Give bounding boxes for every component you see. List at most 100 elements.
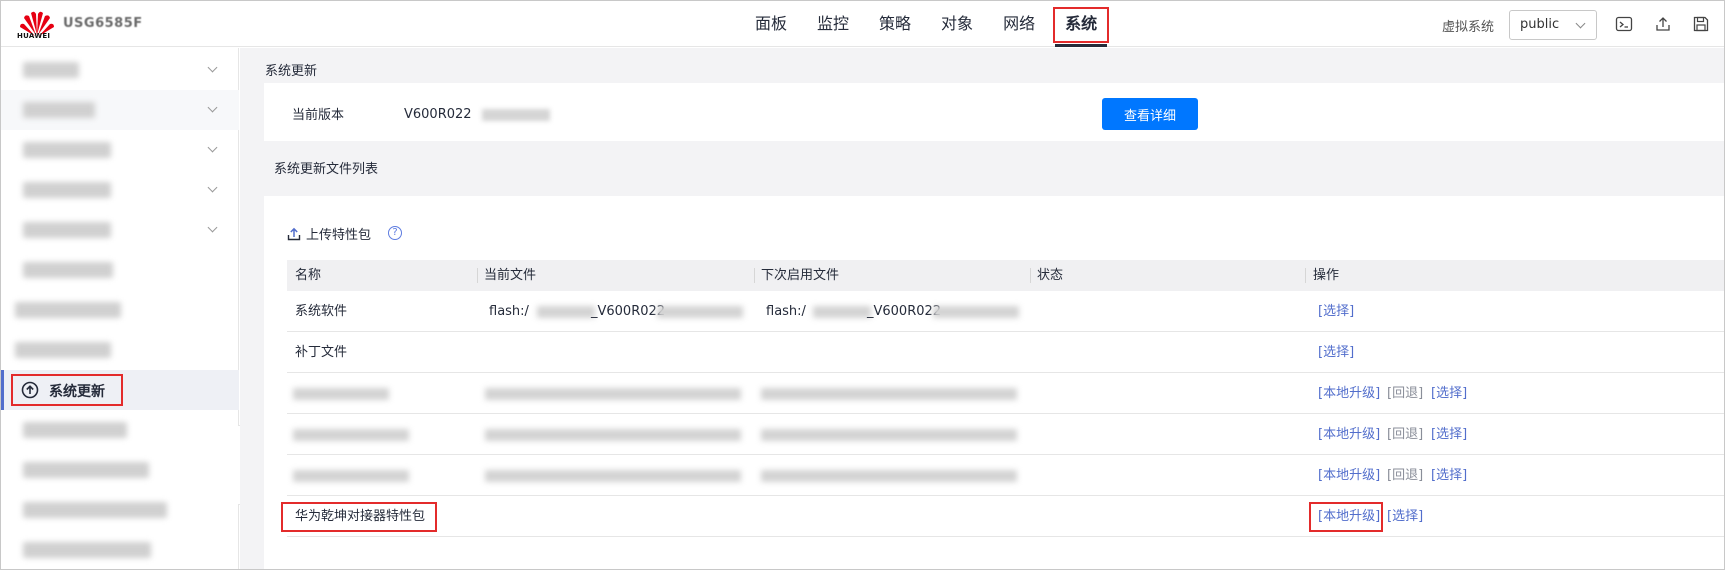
column-header-name: 名称 bbox=[295, 268, 322, 283]
highlight-box bbox=[1309, 502, 1383, 532]
sidebar-item[interactable] bbox=[1, 130, 239, 170]
chevron-down-icon bbox=[207, 102, 218, 113]
vsys-value: public bbox=[1520, 17, 1560, 32]
section-title-file-list: 系统更新文件列表 bbox=[274, 162, 379, 177]
blurred-text bbox=[485, 388, 741, 400]
sidebar-item[interactable] bbox=[1, 90, 239, 130]
column-header-next-file: 下次启用文件 bbox=[761, 268, 840, 283]
chevron-down-icon bbox=[207, 62, 218, 73]
vsys-label: 虚拟系统 bbox=[1442, 20, 1495, 35]
blurred-text bbox=[293, 388, 389, 400]
cell-next-mid: _V600R022 bbox=[867, 304, 942, 319]
blurred-label bbox=[15, 342, 111, 358]
nav-monitor[interactable]: 监控 bbox=[807, 1, 859, 47]
upload-label: 上传特性包 bbox=[306, 228, 372, 243]
blurred-text bbox=[293, 429, 409, 441]
highlight-box bbox=[1053, 7, 1110, 43]
select-link[interactable]: [选择] bbox=[1318, 291, 1354, 332]
blurred-text bbox=[813, 306, 871, 318]
column-header-current-file: 当前文件 bbox=[484, 268, 537, 283]
terminal-icon[interactable] bbox=[1615, 15, 1633, 33]
cell-current-prefix: flash:/ bbox=[489, 304, 529, 319]
sidebar-item[interactable] bbox=[1, 410, 239, 450]
blurred-text bbox=[657, 306, 743, 318]
section-title-system-update: 系统更新 bbox=[265, 64, 318, 79]
current-version-value: V600R022 bbox=[404, 107, 472, 122]
active-indicator bbox=[1, 370, 4, 410]
cell-name: 补丁文件 bbox=[295, 345, 348, 360]
blurred-text bbox=[485, 470, 741, 482]
current-version-card: 当前版本 V600R022 查看详细 bbox=[264, 83, 1724, 141]
select-link[interactable]: [选择] bbox=[1431, 455, 1467, 496]
blurred-label bbox=[23, 502, 167, 518]
main-content: 系统更新 当前版本 V600R022 查看详细 系统更新文件列表 上传特性包 ?… bbox=[240, 48, 1724, 569]
select-link[interactable]: [选择] bbox=[1431, 414, 1467, 455]
column-header-status: 状态 bbox=[1037, 268, 1064, 283]
sidebar-item[interactable] bbox=[1, 290, 239, 330]
vsys-select[interactable]: public bbox=[1509, 10, 1597, 40]
upload-icon bbox=[287, 227, 301, 240]
sidebar-item[interactable] bbox=[1, 250, 239, 290]
rollback-link[interactable]: [回退] bbox=[1387, 455, 1423, 496]
table-row: 补丁文件 [选择] bbox=[287, 332, 1724, 373]
blurred-text bbox=[293, 470, 409, 482]
nav-object[interactable]: 对象 bbox=[931, 1, 983, 47]
blurred-label bbox=[23, 542, 151, 558]
sidebar-item[interactable] bbox=[1, 330, 239, 370]
top-header: HUAWEI USG6585F 面板 监控 策略 对象 网络 系统 虚拟系统 p… bbox=[1, 1, 1724, 47]
view-detail-button[interactable]: 查看详细 bbox=[1102, 98, 1198, 130]
cell-current-mid: _V600R022 bbox=[591, 304, 666, 319]
table-row: 系统软件 flash:/ _V600R022 flash:/ _V600R022… bbox=[287, 291, 1724, 332]
highlight-box bbox=[281, 502, 437, 532]
blurred-version-suffix bbox=[482, 109, 550, 121]
table-row: [本地升级] [回退] [选择] bbox=[287, 414, 1724, 455]
select-link[interactable]: [选择] bbox=[1387, 496, 1423, 537]
select-link[interactable]: [选择] bbox=[1431, 373, 1467, 414]
blurred-label bbox=[23, 102, 95, 118]
nav-dashboard[interactable]: 面板 bbox=[745, 1, 797, 47]
sidebar-item[interactable] bbox=[1, 50, 239, 90]
cell-name: 系统软件 bbox=[295, 304, 348, 319]
column-header-actions: 操作 bbox=[1313, 268, 1340, 283]
sidebar-item-system-update[interactable]: 系统更新 bbox=[1, 370, 239, 410]
blurred-label bbox=[23, 142, 111, 158]
blurred-text bbox=[761, 429, 1017, 441]
sidebar-item[interactable] bbox=[1, 210, 239, 250]
rollback-link[interactable]: [回退] bbox=[1387, 373, 1423, 414]
sidebar-item[interactable] bbox=[1, 490, 239, 530]
chevron-down-icon bbox=[207, 182, 218, 193]
blurred-label bbox=[23, 62, 79, 78]
blurred-label bbox=[23, 462, 149, 478]
blurred-text bbox=[485, 429, 741, 441]
local-upgrade-link[interactable]: [本地升级] bbox=[1318, 414, 1380, 455]
column-divider bbox=[1030, 268, 1031, 283]
chevron-down-icon bbox=[207, 222, 218, 233]
sidebar: 系统更新 bbox=[1, 48, 239, 569]
blurred-text bbox=[537, 306, 595, 318]
help-icon[interactable]: ? bbox=[388, 226, 402, 240]
upload-icon[interactable] bbox=[1654, 15, 1672, 33]
sidebar-item[interactable] bbox=[1, 450, 239, 490]
file-list-card: 上传特性包 ? 名称 当前文件 下次启用文件 状态 操作 系统软件 flash:… bbox=[264, 196, 1724, 569]
chevron-down-icon bbox=[207, 142, 218, 153]
blurred-label bbox=[23, 262, 113, 278]
sidebar-item[interactable] bbox=[1, 170, 239, 210]
blurred-label bbox=[23, 182, 111, 198]
blurred-label bbox=[23, 422, 127, 438]
local-upgrade-link[interactable]: [本地升级] bbox=[1318, 373, 1380, 414]
main-nav: 面板 监控 策略 对象 网络 系统 bbox=[745, 1, 1117, 47]
select-link[interactable]: [选择] bbox=[1318, 332, 1354, 373]
nav-network[interactable]: 网络 bbox=[993, 1, 1045, 47]
column-divider bbox=[1305, 268, 1306, 283]
rollback-link[interactable]: [回退] bbox=[1387, 414, 1423, 455]
column-divider bbox=[754, 268, 755, 283]
nav-system[interactable]: 系统 bbox=[1053, 1, 1110, 47]
table-row: [本地升级] [回退] [选择] bbox=[287, 455, 1724, 496]
save-icon[interactable] bbox=[1692, 15, 1710, 33]
device-name: USG6585F bbox=[63, 16, 143, 31]
column-divider bbox=[477, 268, 478, 283]
nav-policy[interactable]: 策略 bbox=[869, 1, 921, 47]
sidebar-item[interactable] bbox=[1, 530, 239, 570]
upload-feature-package-button[interactable]: 上传特性包 bbox=[286, 224, 371, 243]
local-upgrade-link[interactable]: [本地升级] bbox=[1318, 455, 1380, 496]
